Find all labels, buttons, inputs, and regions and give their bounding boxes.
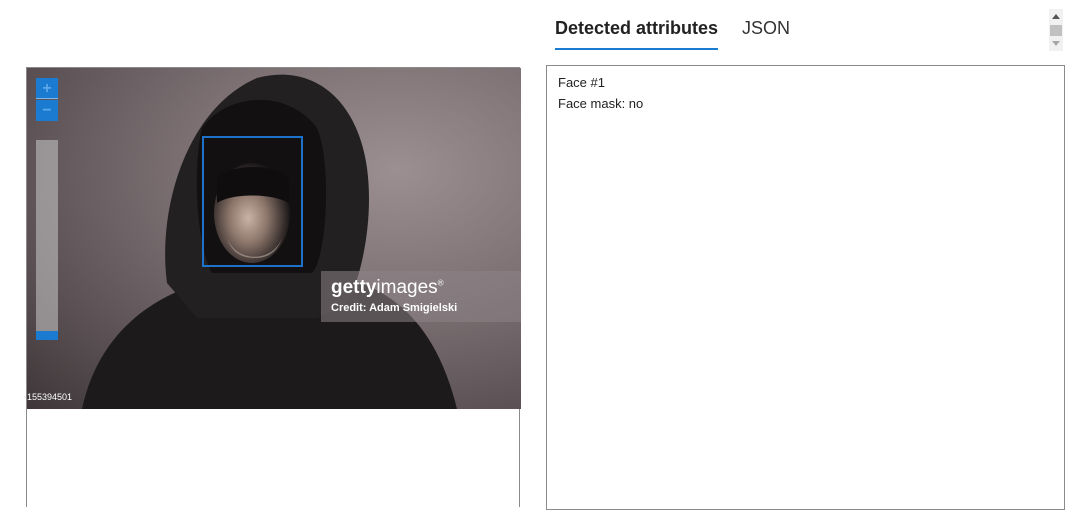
attribute-line: Face #1 [558,75,605,90]
zoom-slider-thumb[interactable] [36,331,58,340]
face-bounding-box [202,136,303,267]
plus-icon: + [42,80,52,97]
photo-credit: Credit: Adam Smigielski [331,302,458,314]
tab-json[interactable]: JSON [742,18,790,48]
caret-up-icon[interactable] [1052,14,1060,19]
analyzed-photo: + − gettyimages® Credit: Adam Smigielski… [27,68,521,409]
tab-detected-attributes[interactable]: Detected attributes [555,18,719,50]
image-viewer[interactable]: + − gettyimages® Credit: Adam Smigielski… [26,67,521,507]
image-id: 155394501 [27,392,73,402]
getty-watermark: gettyimages® Credit: Adam Smigielski [321,271,521,322]
getty-logo: gettyimages® [331,277,444,298]
attribute-line: Face mask: no [558,96,644,111]
zoom-slider[interactable] [36,140,58,340]
zoom-out-button[interactable]: − [36,100,58,121]
caret-down-icon[interactable] [1052,41,1060,46]
zoom-in-button[interactable]: + [36,78,58,99]
detected-attributes-panel: Face #1 Face mask: no [546,65,1065,510]
scrollbar-thumb[interactable] [1050,25,1062,36]
minus-icon: − [42,102,52,119]
scrollbar[interactable] [1049,9,1063,51]
